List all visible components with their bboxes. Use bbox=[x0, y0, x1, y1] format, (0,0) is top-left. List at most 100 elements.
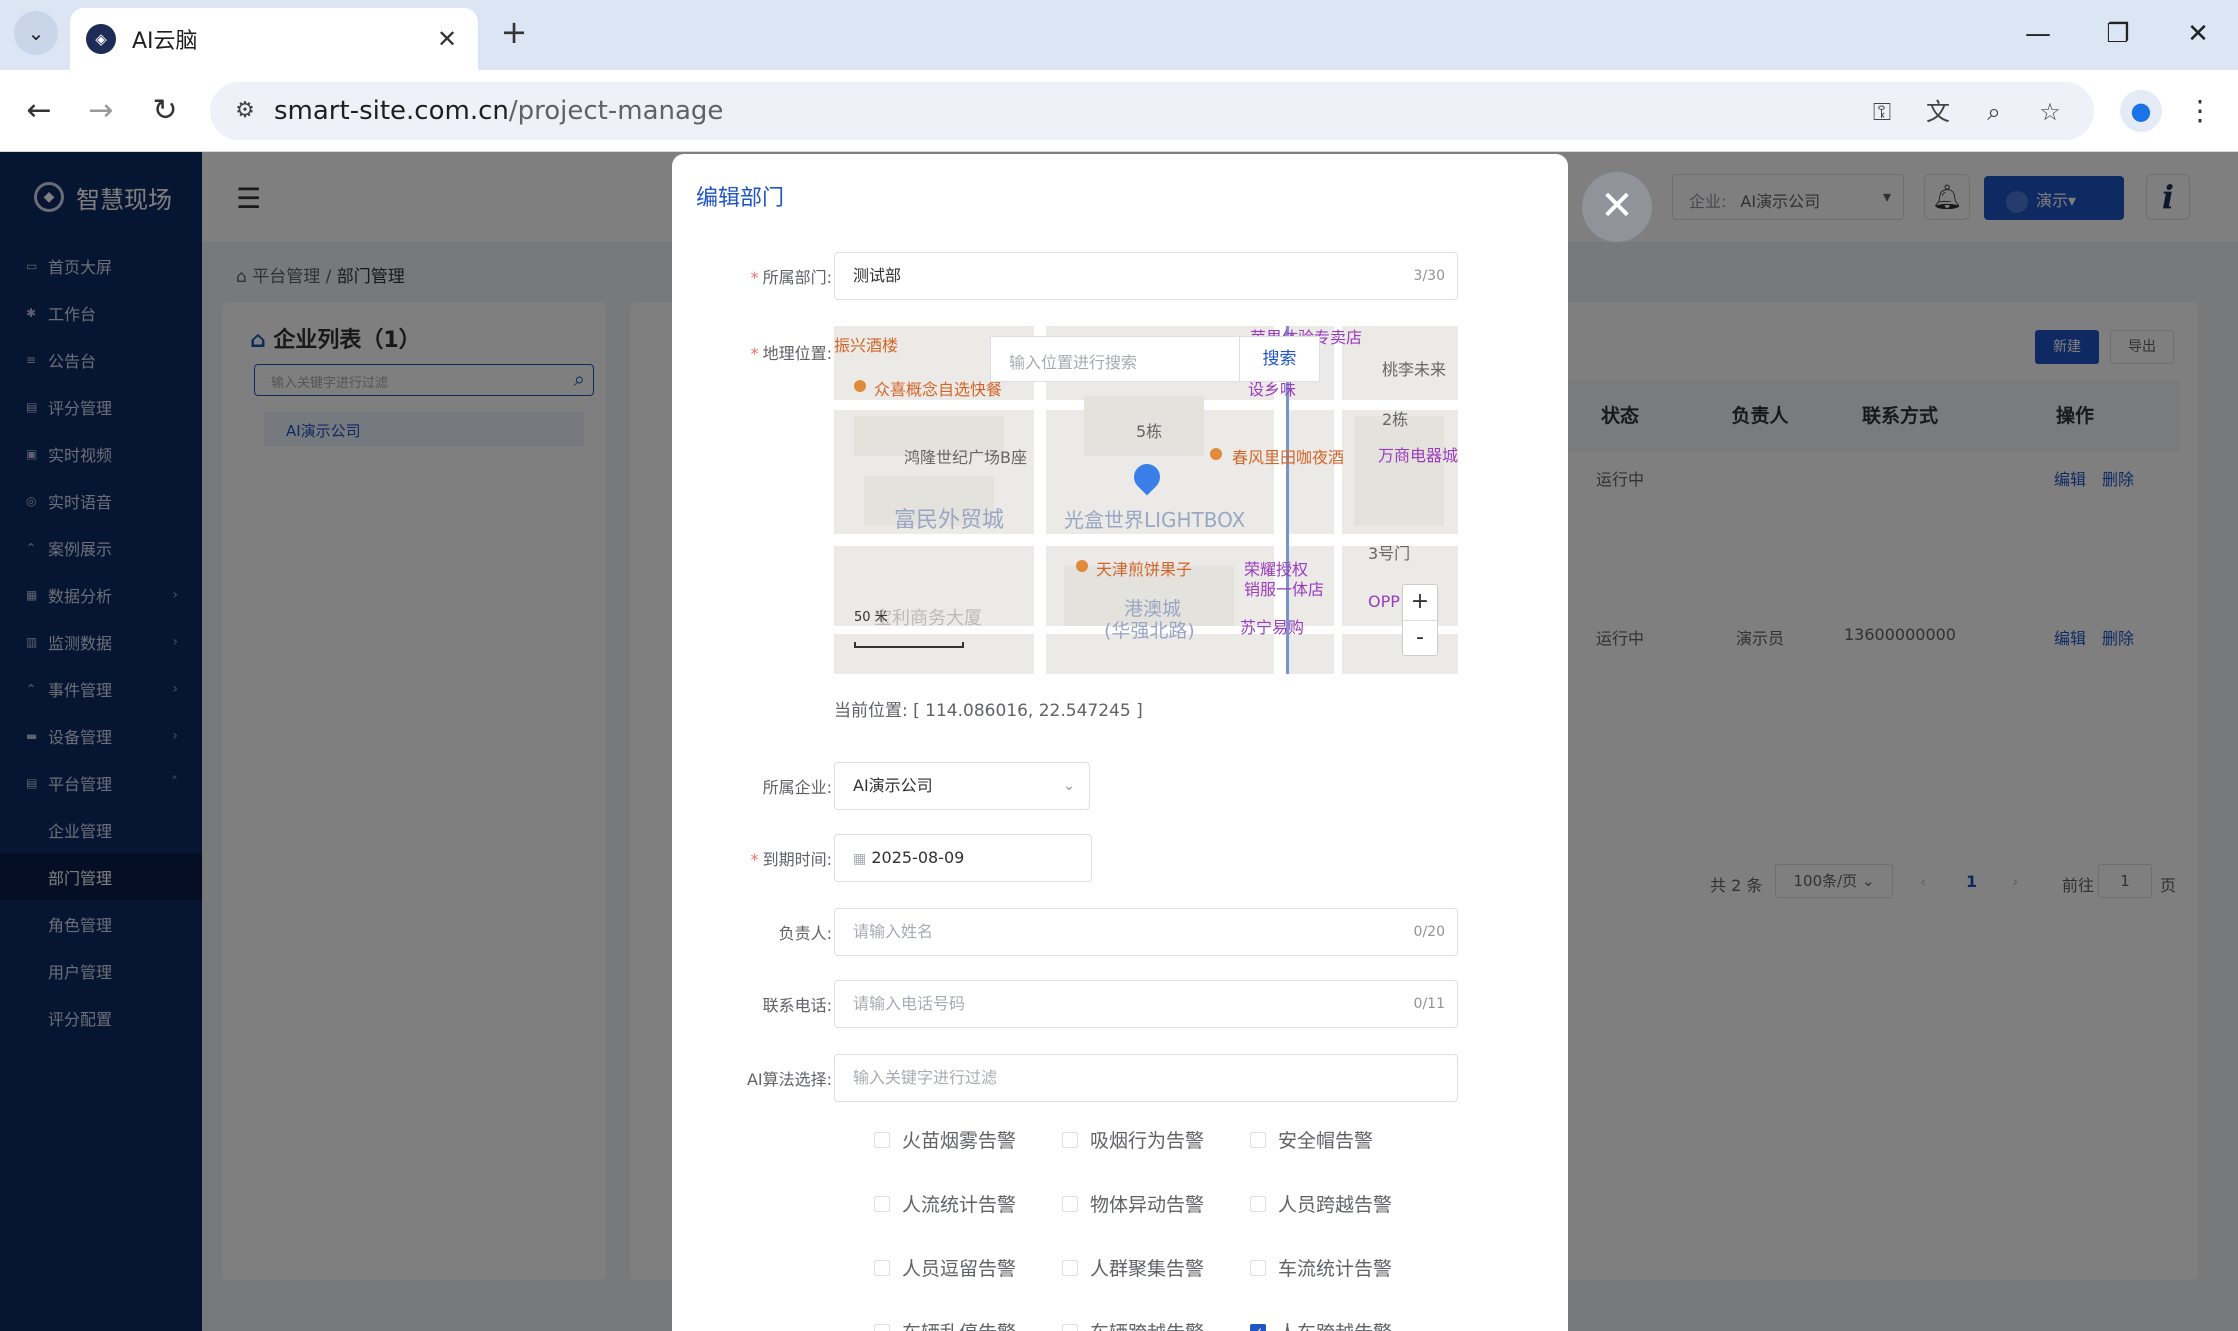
site-info-icon[interactable]: ⚙ bbox=[230, 96, 260, 126]
phone-label: 联系电话: bbox=[762, 996, 832, 1015]
algo-checkbox-label: 吸烟行为告警 bbox=[1090, 1130, 1205, 1152]
current-position: 当前位置: [ 114.086016, 22.547245 ] bbox=[834, 696, 1143, 721]
restore-icon[interactable]: ❐ bbox=[2096, 14, 2140, 54]
algo-checkbox[interactable]: 车辆乱停告警 bbox=[874, 1318, 1016, 1331]
department-count: 3/30 bbox=[1413, 268, 1445, 284]
algo-checkbox[interactable]: 人群聚集告警 bbox=[1062, 1254, 1204, 1281]
checkbox-icon[interactable] bbox=[874, 1131, 890, 1148]
algo-checkbox[interactable]: 人员逗留告警 bbox=[874, 1254, 1016, 1281]
url-path: /project-manage bbox=[508, 96, 724, 126]
map-label: 宝利商务大厦 bbox=[874, 608, 982, 629]
checkbox-icon[interactable] bbox=[874, 1323, 890, 1331]
checkbox-icon[interactable] bbox=[1062, 1195, 1078, 1212]
department-input[interactable]: 测试部 3/30 bbox=[834, 252, 1458, 300]
map-search-button[interactable]: 搜索 bbox=[1240, 336, 1320, 382]
zoom-in-button[interactable]: + bbox=[1403, 585, 1437, 621]
zoom-icon[interactable]: ⌕ bbox=[1978, 96, 2010, 128]
checkbox-icon[interactable] bbox=[1250, 1131, 1266, 1148]
map-search-input[interactable]: 输入位置进行搜索 bbox=[990, 336, 1240, 382]
expire-label-text: 到期时间: bbox=[762, 850, 832, 869]
checkbox-icon[interactable] bbox=[1062, 1259, 1078, 1276]
map-label: 3号门 bbox=[1368, 544, 1411, 563]
address-bar[interactable]: ⚙ smart-site.com.cn/project-manage ⚿ 文 ⌕… bbox=[210, 82, 2094, 140]
algo-checkbox[interactable]: 车流统计告警 bbox=[1250, 1254, 1392, 1281]
expire-value: 2025-08-09 bbox=[871, 848, 965, 867]
dialog-close-icon[interactable]: ✕ bbox=[1582, 172, 1652, 242]
algo-checkbox-label: 人员逗留告警 bbox=[902, 1258, 1017, 1280]
reload-icon[interactable]: ↻ bbox=[144, 90, 186, 132]
geo-label: * 地理位置: bbox=[750, 344, 832, 363]
url-host: smart-site.com.cn bbox=[274, 96, 509, 126]
calendar-icon: ▦ bbox=[853, 851, 867, 867]
minimize-icon[interactable]: — bbox=[2016, 14, 2060, 54]
map-label: 桃李未来 bbox=[1382, 360, 1447, 379]
algo-checkbox-label: 人群聚集告警 bbox=[1090, 1258, 1205, 1280]
more-menu-icon[interactable]: ⋮ bbox=[2186, 90, 2214, 132]
map-label: 众喜概念自选快餐 bbox=[874, 380, 1003, 399]
dept-label: * 所属部门: bbox=[750, 268, 832, 287]
geo-label-text: 地理位置: bbox=[762, 344, 832, 363]
algo-checkbox[interactable]: ✓ 人车跨越告警 bbox=[1250, 1318, 1392, 1331]
current-position-label: 当前位置: bbox=[834, 701, 908, 721]
owner-input[interactable]: 请输入姓名 0/20 bbox=[834, 908, 1458, 956]
checkbox-icon[interactable] bbox=[1062, 1323, 1078, 1331]
phone-count: 0/11 bbox=[1413, 996, 1445, 1012]
browser-tab[interactable]: ◈ AI云脑 ✕ bbox=[70, 8, 478, 70]
checkbox-icon[interactable] bbox=[1062, 1131, 1078, 1148]
company-select[interactable]: AI演示公司 ⌄ bbox=[834, 762, 1090, 810]
map-label: 苏宁易购 bbox=[1240, 618, 1305, 637]
dept-label-text: 所属部门: bbox=[762, 268, 832, 287]
checkbox-checked-icon[interactable]: ✓ bbox=[1250, 1323, 1266, 1331]
forward-arrow-icon[interactable]: → bbox=[80, 90, 122, 132]
algo-checkbox-label: 人流统计告警 bbox=[902, 1194, 1017, 1216]
algo-checkbox[interactable]: 安全帽告警 bbox=[1250, 1126, 1373, 1153]
algo-checkbox[interactable]: 火苗烟雾告警 bbox=[874, 1126, 1016, 1153]
location-marker-icon[interactable] bbox=[1128, 458, 1166, 496]
owner-count: 0/20 bbox=[1413, 924, 1445, 940]
bookmark-star-icon[interactable]: ☆ bbox=[2034, 96, 2066, 128]
algo-checkbox-label: 人车跨越告警 bbox=[1278, 1318, 1392, 1331]
poi-icon bbox=[1076, 560, 1088, 572]
page-viewport: ◆ 智慧现场 ▭首页大屏 ✱工作台 ≡公告台 ▤评分管理 ▣实时视频 ◎实时语音… bbox=[0, 152, 2238, 1331]
new-tab-button[interactable]: + bbox=[496, 15, 532, 51]
location-map[interactable]: 振兴酒楼 众喜概念自选快餐 苹果体验专卖店 设乡味 桃李未来 5栋 2栋 鸿隆世… bbox=[834, 326, 1458, 674]
algo-checkbox[interactable]: 物体异动告警 bbox=[1062, 1190, 1204, 1217]
algo-checkbox[interactable]: 人员跨越告警 bbox=[1250, 1190, 1392, 1217]
map-scale-bar bbox=[854, 642, 964, 648]
expire-date-picker[interactable]: ▦ 2025-08-09 bbox=[834, 834, 1092, 882]
algo-checkbox[interactable]: 车辆跨越告警 bbox=[1062, 1318, 1204, 1331]
map-label: (华强北路) bbox=[1104, 620, 1195, 642]
close-icon[interactable]: ✕ bbox=[432, 25, 462, 53]
algo-filter-input[interactable]: 输入关键字进行过滤 bbox=[834, 1054, 1458, 1102]
tab-search-button[interactable]: ⌄ bbox=[14, 11, 58, 55]
map-scale-label: 50 米 bbox=[854, 610, 888, 625]
algo-checkbox-label: 物体异动告警 bbox=[1090, 1194, 1205, 1216]
company-value: AI演示公司 bbox=[853, 776, 933, 795]
phone-placeholder: 请输入电话号码 bbox=[853, 994, 966, 1013]
algo-checkbox-label: 火苗烟雾告警 bbox=[902, 1130, 1017, 1152]
checkbox-icon[interactable] bbox=[874, 1259, 890, 1276]
poi-icon bbox=[1210, 448, 1222, 460]
algo-checkbox[interactable]: 吸烟行为告警 bbox=[1062, 1126, 1204, 1153]
algo-label: AI算法选择: bbox=[746, 1070, 832, 1089]
window-close-icon[interactable]: ✕ bbox=[2176, 14, 2220, 54]
map-label: 2栋 bbox=[1382, 410, 1409, 429]
site-favicon-icon: ◈ bbox=[86, 24, 116, 54]
phone-input[interactable]: 请输入电话号码 0/11 bbox=[834, 980, 1458, 1028]
back-arrow-icon[interactable]: ← bbox=[18, 90, 60, 132]
checkbox-icon[interactable] bbox=[874, 1195, 890, 1212]
key-icon[interactable]: ⚿ bbox=[1866, 96, 1898, 128]
zoom-out-button[interactable]: - bbox=[1403, 621, 1437, 657]
checkbox-icon[interactable] bbox=[1250, 1259, 1266, 1276]
translate-icon[interactable]: 文 bbox=[1922, 96, 1954, 128]
edit-department-dialog: 编辑部门 * 所属部门: 测试部 3/30 * 地理位置: 振兴酒楼 众喜概念自选快… bbox=[672, 154, 1568, 1331]
checkbox-icon[interactable] bbox=[1250, 1195, 1266, 1212]
map-zoom-control: + - bbox=[1402, 584, 1438, 656]
algo-checkbox-label: 车辆跨越告警 bbox=[1090, 1318, 1204, 1331]
chevron-down-icon: ⌄ bbox=[27, 21, 45, 45]
algo-checkbox[interactable]: 人流统计告警 bbox=[874, 1190, 1016, 1217]
url-text: smart-site.com.cn/project-manage bbox=[274, 96, 723, 126]
map-label: 春风里田咖夜酒 bbox=[1232, 448, 1345, 467]
profile-avatar-icon[interactable]: ● bbox=[2120, 90, 2162, 132]
expire-label: * 到期时间: bbox=[750, 850, 832, 869]
